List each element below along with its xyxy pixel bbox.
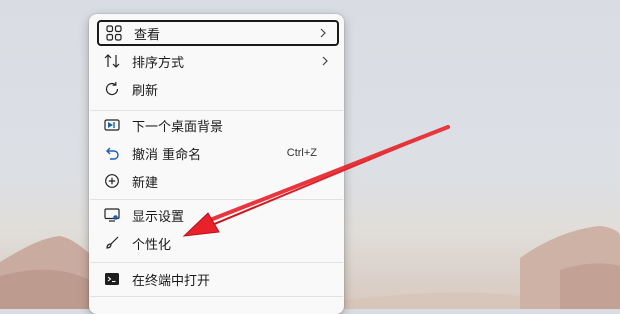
- menu-item-next-desktop-background[interactable]: 下一个桌面背景: [97, 112, 339, 138]
- terminal-icon: [103, 270, 121, 288]
- brush-icon: [103, 234, 121, 252]
- menu-item-label: 刷新: [132, 83, 159, 99]
- sort-icon: [103, 52, 121, 70]
- menu-item-label: 查看: [134, 27, 161, 43]
- next-background-icon: [103, 116, 121, 134]
- menu-item-display-settings[interactable]: 显示设置: [97, 202, 339, 228]
- menu-item-refresh[interactable]: 刷新: [97, 76, 339, 102]
- menu-item-label: 下一个桌面背景: [132, 119, 224, 135]
- menu-item-label: 显示设置: [132, 209, 185, 225]
- menu-item-view[interactable]: 查看: [97, 20, 339, 46]
- display-settings-icon: [103, 206, 121, 224]
- menu-item-sort-by[interactable]: 排序方式: [97, 48, 339, 74]
- menu-item-undo-rename[interactable]: 撤消 重命名 Ctrl+Z: [97, 140, 339, 166]
- menu-separator: [90, 110, 343, 111]
- chevron-right-icon: [321, 56, 329, 66]
- menu-item-personalize[interactable]: 个性化: [97, 230, 339, 256]
- menu-item-label: 排序方式: [132, 55, 185, 71]
- menu-item-open-in-terminal[interactable]: 在终端中打开: [97, 266, 339, 292]
- menu-item-label: 在终端中打开: [132, 273, 211, 289]
- menu-separator: [90, 199, 343, 200]
- menu-separator: [90, 262, 343, 263]
- menu-separator: [90, 296, 343, 297]
- menu-item-label: 新建: [132, 175, 159, 191]
- menu-item-new[interactable]: 新建: [97, 168, 339, 194]
- desktop-context-menu: 查看 排序方式 刷新 下一个桌面背景 撤消 重命名 Ctrl+Z 新建 显示设置…: [89, 14, 344, 314]
- menu-item-label: 个性化: [132, 237, 172, 253]
- add-circle-icon: [103, 172, 121, 190]
- undo-icon: [103, 144, 121, 162]
- refresh-icon: [103, 80, 121, 98]
- menu-item-label: 撤消 重命名: [132, 147, 202, 163]
- shortcut-text: Ctrl+Z: [286, 147, 317, 159]
- grid-icon: [105, 24, 123, 42]
- chevron-right-icon: [319, 28, 327, 38]
